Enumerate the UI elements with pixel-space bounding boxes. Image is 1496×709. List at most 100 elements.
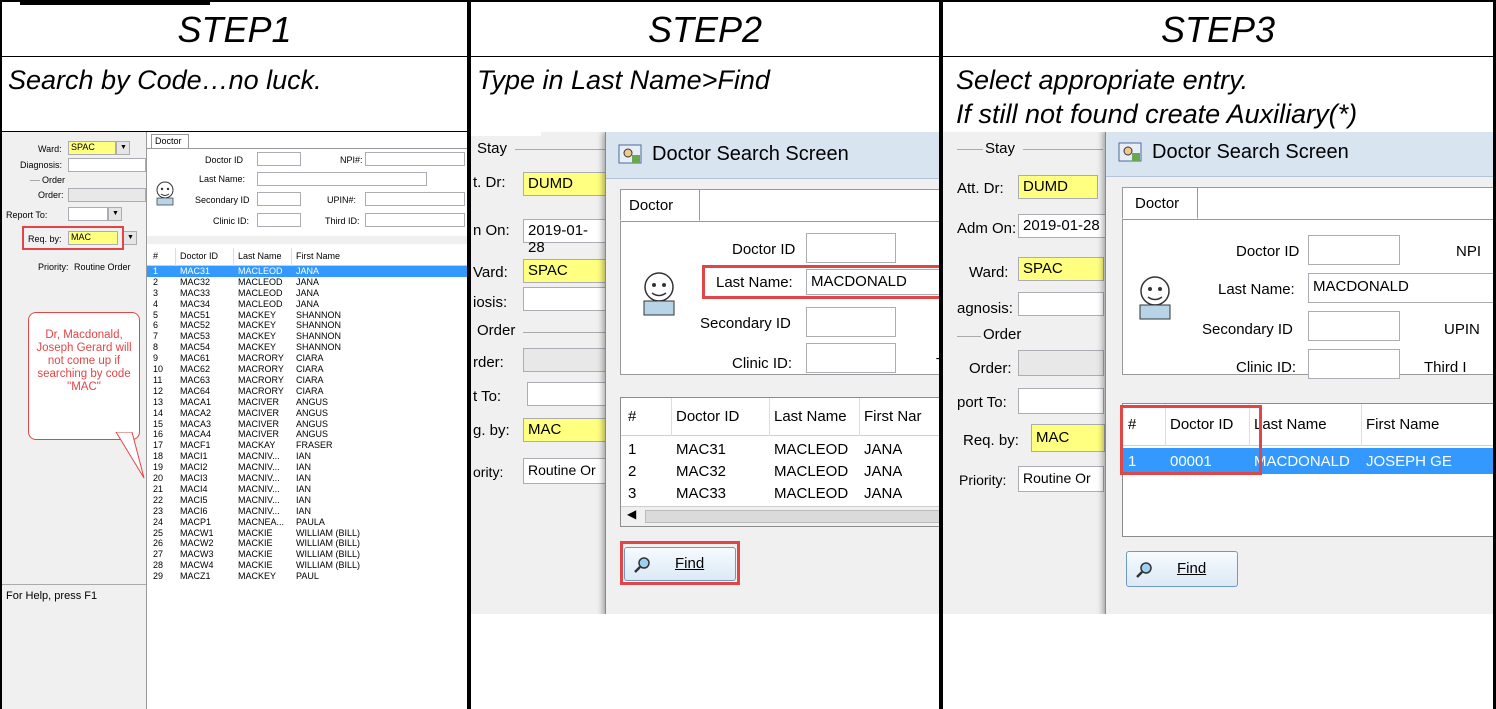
table-cell: MACLEOD xyxy=(774,462,849,480)
order-field[interactable] xyxy=(523,348,607,372)
ward-field[interactable]: SPAC xyxy=(68,141,116,155)
table-row[interactable]: 4 MAC34 MACLEOD JANA xyxy=(147,299,467,310)
ward-field[interactable]: SPAC xyxy=(523,259,607,283)
clinic-id-field[interactable] xyxy=(1308,349,1400,379)
table-row[interactable]: 29 MACZ1 MACKEY PAUL xyxy=(147,571,467,582)
tab-doctor[interactable]: Doctor xyxy=(151,134,189,148)
req-by-highlight xyxy=(22,226,124,250)
dialog-titlebar[interactable]: Doctor Search Screen xyxy=(606,132,939,179)
table-row[interactable]: 1 MAC31 MACLEOD JANA xyxy=(621,438,939,460)
dialog-titlebar[interactable]: Doctor Search Screen xyxy=(1106,132,1493,177)
tab-doctor[interactable]: Doctor xyxy=(1122,187,1198,219)
table-row[interactable]: 15 MACA3 MACIVER ANGUS xyxy=(147,419,467,430)
table-row[interactable]: 3 MAC33 MACLEOD JANA xyxy=(621,482,939,504)
column-header[interactable]: First Name xyxy=(1363,416,1439,433)
priority-label: Priority: xyxy=(959,472,1007,488)
column-header[interactable]: First Nar xyxy=(861,408,922,425)
clinic-id-field[interactable] xyxy=(257,213,301,227)
adm-on-field[interactable]: 2019-01-28 xyxy=(523,219,607,256)
step1-results-grid[interactable]: # Doctor ID Last Name First Name 1 MAC31 MACL… xyxy=(147,248,467,709)
att-dr-field[interactable]: DUMD xyxy=(1018,175,1098,199)
last-name-field[interactable] xyxy=(257,172,427,186)
secondary-id-field[interactable] xyxy=(257,192,301,206)
att-dr-field[interactable]: DUMD xyxy=(523,172,607,196)
table-row[interactable]: 16 MACA4 MACIVER ANGUS xyxy=(147,429,467,441)
column-header[interactable]: Last Name xyxy=(1251,416,1327,433)
secondary-id-field[interactable] xyxy=(1308,311,1400,341)
diagnosis-field[interactable] xyxy=(68,158,146,172)
npi-field[interactable] xyxy=(365,152,465,166)
table-row[interactable]: 25 MACW1 MACKIE WILLIAM (BILL) xyxy=(147,528,467,539)
req-dropdown-button[interactable]: ▼ xyxy=(123,231,137,245)
table-row[interactable]: 19 MACI2 MACNIV... IAN xyxy=(147,462,467,473)
tab-doctor[interactable]: Doctor xyxy=(620,189,700,221)
table-row[interactable]: 3 MAC33 MACLEOD JANA xyxy=(147,288,467,299)
column-header[interactable]: Doctor ID xyxy=(177,251,218,261)
table-row[interactable]: 23 MACI6 MACNIV... IAN xyxy=(147,506,467,517)
column-header[interactable]: Last Name xyxy=(771,408,847,425)
table-row[interactable]: 11 MAC63 MACRORY CIARA xyxy=(147,375,467,386)
scroll-thumb[interactable] xyxy=(645,510,939,523)
doctor-id-field[interactable] xyxy=(806,233,896,263)
last-name-field[interactable]: MACDONALD xyxy=(1308,273,1493,303)
adm-on-field[interactable]: 2019-01-28 xyxy=(1018,214,1108,238)
upin-field[interactable] xyxy=(365,192,465,206)
column-header[interactable]: # xyxy=(625,408,636,425)
table-row[interactable]: 6 MAC52 MACKEY SHANNON xyxy=(147,320,467,332)
priority-field[interactable]: Routine Or xyxy=(523,458,607,484)
table-row[interactable]: 14 MACA2 MACIVER ANGUS xyxy=(147,408,467,419)
report-to-field[interactable] xyxy=(527,382,607,406)
doctor-id-field[interactable] xyxy=(1308,235,1400,265)
table-cell: MACI4 xyxy=(180,483,208,494)
table-cell: JANA xyxy=(296,298,320,309)
table-row[interactable]: 7 MAC53 MACKEY SHANNON xyxy=(147,331,467,342)
order-field[interactable] xyxy=(68,188,146,202)
table-row[interactable]: 24 MACP1 MACNEA... PAULA xyxy=(147,517,467,528)
req-by-field[interactable]: MAC xyxy=(1031,424,1105,452)
status-bar-text: For Help, press F1 xyxy=(6,590,98,602)
table-row[interactable]: 5 MAC51 MACKEY SHANNON xyxy=(147,310,467,321)
table-row[interactable]: 9 MAC61 MACRORY CIARA xyxy=(147,353,467,364)
table-row[interactable]: 21 MACI4 MACNIV... IAN xyxy=(147,484,467,495)
table-row[interactable]: 1 MAC31 MACLEOD JANA xyxy=(147,266,467,277)
step2-results-grid[interactable]: # Doctor ID Last Name First Nar 1 MAC31 MACLE… xyxy=(620,397,939,527)
table-row[interactable]: 17 MACF1 MACKAY FRASER xyxy=(147,440,467,451)
diagnosis-field[interactable] xyxy=(1018,292,1104,316)
table-row[interactable]: 13 MACA1 MACIVER ANGUS xyxy=(147,397,467,408)
diagnosis-field[interactable] xyxy=(523,287,607,311)
column-header[interactable]: First Name xyxy=(293,251,340,261)
ward-field[interactable]: SPAC xyxy=(1018,257,1104,281)
report-to-field[interactable] xyxy=(68,207,108,221)
table-row[interactable]: 10 MAC62 MACRORY CIARA xyxy=(147,364,467,375)
table-row[interactable]: 8 MAC54 MACKEY SHANNON xyxy=(147,342,467,353)
report-dropdown-button[interactable]: ▼ xyxy=(108,207,122,221)
priority-field[interactable]: Routine Or xyxy=(1018,466,1104,492)
table-cell: MACI6 xyxy=(180,505,208,516)
table-row[interactable]: 2 MAC32 MACLEOD JANA xyxy=(621,460,939,482)
horizontal-scrollbar[interactable]: ◀ xyxy=(621,506,939,526)
req-by-field[interactable]: MAC xyxy=(523,418,607,442)
table-row[interactable]: 12 MAC64 MACRORY CIARA xyxy=(147,386,467,397)
table-row[interactable]: 20 MACI3 MACNIV... IAN xyxy=(147,473,467,484)
column-header[interactable]: # xyxy=(150,251,158,261)
column-header[interactable]: Doctor ID xyxy=(673,408,739,425)
find-button[interactable]: Find xyxy=(1126,551,1238,587)
table-row[interactable]: 18 MACI1 MACNIV... IAN xyxy=(147,451,467,462)
table-row[interactable]: 22 MACI5 MACNIV... IAN xyxy=(147,495,467,506)
chevron-down-icon: ▼ xyxy=(112,210,119,217)
doctor-id-field[interactable] xyxy=(257,152,301,166)
order-field[interactable] xyxy=(1018,350,1104,376)
ward-label: Vard: xyxy=(473,264,508,281)
order-group-line xyxy=(30,180,40,181)
table-row[interactable]: 28 MACW4 MACKIE WILLIAM (BILL) xyxy=(147,560,467,571)
ward-dropdown-button[interactable]: ▼ xyxy=(116,141,130,155)
table-row[interactable]: 27 MACW3 MACKIE WILLIAM (BILL) xyxy=(147,549,467,560)
secondary-id-field[interactable] xyxy=(806,307,896,337)
table-row[interactable]: 2 MAC32 MACLEOD JANA xyxy=(147,277,467,288)
table-row[interactable]: 26 MACW2 MACKIE WILLIAM (BILL) xyxy=(147,538,467,550)
last-name-highlight xyxy=(702,265,939,299)
report-to-field[interactable] xyxy=(1018,388,1104,414)
clinic-id-field[interactable] xyxy=(806,343,896,373)
third-id-field[interactable] xyxy=(365,213,465,227)
column-header[interactable]: Last Name xyxy=(235,251,282,261)
